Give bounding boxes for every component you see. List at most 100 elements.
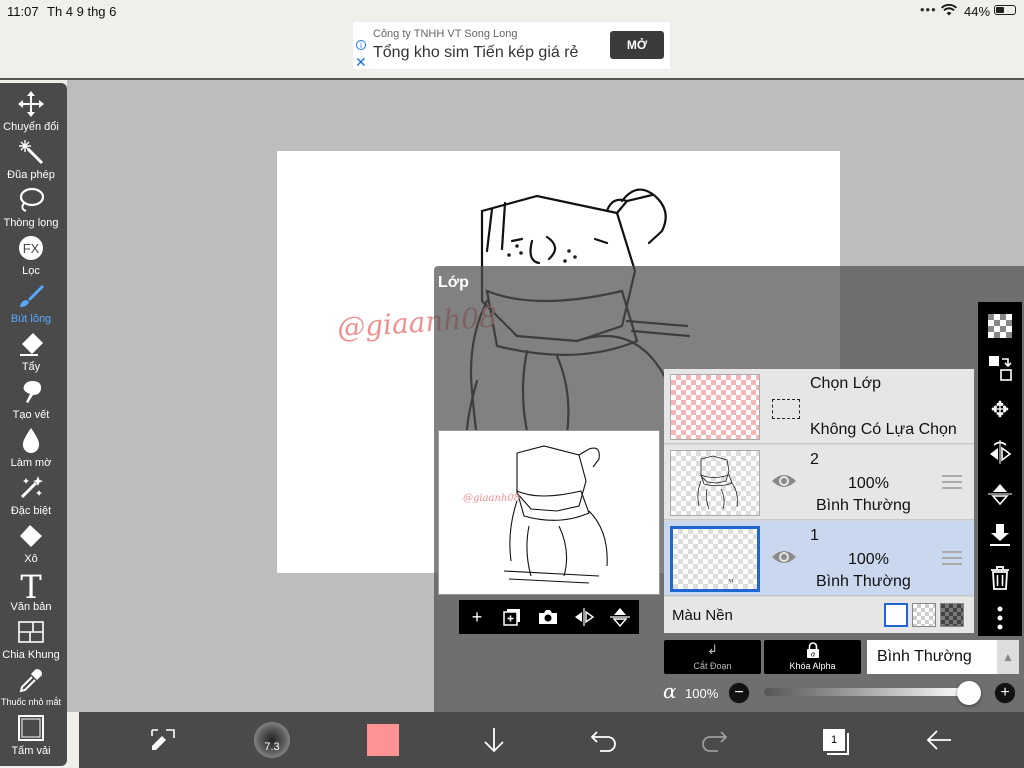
eye-icon[interactable] <box>770 545 798 569</box>
checker-icon[interactable] <box>978 306 1022 346</box>
opacity-value: 100% <box>685 686 719 701</box>
clipping-button[interactable]: ↲ Cắt Đoạn <box>664 640 761 674</box>
tool-label: Đũa phép <box>7 169 55 181</box>
tool-fx[interactable]: FX Lọc <box>0 235 62 283</box>
tool-eraser[interactable]: Tẩy <box>0 331 62 379</box>
layer-thumbnail <box>670 526 760 592</box>
blend-mode-dropdown-icon[interactable]: ▲ <box>997 640 1019 674</box>
lock-icon: α <box>764 642 861 661</box>
svg-text:T: T <box>20 571 42 601</box>
layer-preview: @giaanh08 <box>438 430 660 595</box>
tool-blur[interactable]: Làm mờ <box>0 427 62 475</box>
ad-close-icon[interactable]: ✕ <box>355 54 367 71</box>
clipping-icon: ↲ <box>707 642 718 657</box>
tool-brush[interactable]: Bút lông <box>0 283 62 331</box>
tool-label: Đặc biệt <box>10 505 52 517</box>
opacity-slider-handle[interactable] <box>957 681 981 705</box>
tool-special[interactable]: Đặc biệt <box>0 475 62 523</box>
layer-row[interactable]: 1 100% Bình Thường <box>664 521 974 596</box>
tool-smudge[interactable]: Tạo vết <box>0 379 62 427</box>
tool-canvas[interactable]: Tấm vải <box>0 715 62 763</box>
undo-icon[interactable] <box>589 722 619 758</box>
ad-banner[interactable]: i ✕ Công ty TNHH VT Song Long Tổng kho s… <box>352 21 671 70</box>
eye-icon[interactable] <box>770 469 798 493</box>
drag-handle-icon[interactable] <box>942 551 962 565</box>
layer-blend-mode: Bình Thường <box>816 573 911 590</box>
background-transparent-swatch[interactable] <box>912 603 936 627</box>
color-swatch[interactable] <box>367 724 399 756</box>
battery-icon <box>994 5 1016 15</box>
opacity-slider[interactable] <box>764 688 969 696</box>
ad-headline: Tổng kho sim Tiến kép giá rẻ <box>373 44 579 61</box>
add-layer-icon[interactable]: + <box>464 605 490 629</box>
status-time: 11:07 <box>7 4 39 19</box>
blend-mode-select[interactable]: Bình Thường <box>867 640 997 674</box>
flip-vertical-icon[interactable] <box>607 605 633 629</box>
status-date: Th 4 9 thg 6 <box>47 4 117 19</box>
tool-magic-wand[interactable]: Đũa phép <box>0 139 62 187</box>
layer-list: Chọn Lớp Không Có Lựa Chọn 2 100% Bình Thư… <box>664 369 974 633</box>
selection-layer-title: Chọn Lớp <box>810 375 881 392</box>
layers-button[interactable]: 1 <box>819 722 849 758</box>
preview-toolbar: + <box>459 600 639 634</box>
selection-layer-subtitle: Không Có Lựa Chọn <box>810 421 957 438</box>
ad-info-icon[interactable]: i <box>356 40 366 50</box>
layer-panel[interactable]: Lớp @giaanh08 + Chọn Lớp Không Có Lựa Ch… <box>434 266 1024 712</box>
background-white-swatch[interactable] <box>884 603 908 627</box>
tool-label: Tạo vết <box>12 409 50 421</box>
layer-opacity: 100% <box>848 551 889 568</box>
merge-down-icon[interactable] <box>978 516 1022 556</box>
preview-watermark: @giaanh08 <box>463 493 520 504</box>
flip-layer-horizontal-icon[interactable] <box>978 432 1022 472</box>
camera-icon[interactable] <box>535 605 561 629</box>
background-row[interactable]: Màu Nền <box>664 597 974 633</box>
redo-icon[interactable] <box>699 722 729 758</box>
arrow-down-icon[interactable] <box>479 722 509 758</box>
drag-handle-icon[interactable] <box>942 475 962 489</box>
battery-percent: 44% <box>964 4 991 19</box>
preview-drawing: @giaanh08 <box>463 445 608 584</box>
tool-lasso[interactable]: Thòng lọng <box>0 187 62 235</box>
multitask-dots-icon: ••• <box>920 2 937 17</box>
selection-layer-row[interactable]: Chọn Lớp Không Có Lựa Chọn <box>664 369 974 444</box>
more-options-icon[interactable] <box>978 598 1022 638</box>
tool-label: Xô <box>24 553 38 565</box>
clipping-label: Cắt Đoạn <box>693 661 732 671</box>
blend-mode-value: Bình Thường <box>877 648 972 665</box>
back-arrow-icon[interactable] <box>924 722 954 758</box>
brush-size-value: 7.3 <box>264 741 280 753</box>
flip-layer-vertical-icon[interactable] <box>978 474 1022 514</box>
transfer-layer-icon[interactable] <box>978 348 1022 388</box>
layer-panel-title: Lớp <box>438 274 469 291</box>
layer-opacity: 100% <box>848 475 889 492</box>
ad-open-button[interactable]: MỞ <box>610 31 664 59</box>
delete-layer-icon[interactable] <box>978 558 1022 598</box>
background-dark-swatch[interactable] <box>940 603 964 627</box>
alpha-lock-button[interactable]: α Khóa Alpha <box>764 640 861 674</box>
left-toolbar: Chuyển đổi Đũa phép Thòng lọng FX Lọc Bút lôn… <box>0 83 67 766</box>
opacity-increase-button[interactable]: + <box>994 682 1016 704</box>
tool-move[interactable]: Chuyển đổi <box>0 91 62 139</box>
status-bar: 11:07 Th 4 9 thg 6 ••• 44% <box>0 0 1024 22</box>
tool-eyedropper[interactable]: Thuốc nhỏ mắt <box>0 667 62 715</box>
tool-frame-divider[interactable]: Chia Khung <box>0 619 62 667</box>
tool-label: Tấm vải <box>11 745 51 757</box>
duplicate-layer-icon[interactable] <box>499 605 525 629</box>
brush-size-indicator[interactable]: 7.3 <box>254 722 290 758</box>
layer-row[interactable]: 2 100% Bình Thường <box>664 445 974 520</box>
tool-text[interactable]: T Văn bản <box>0 571 62 619</box>
transform-toggle-icon[interactable] <box>145 722 181 758</box>
background-label: Màu Nền <box>672 607 733 624</box>
tool-label: Thòng lọng <box>3 217 59 229</box>
layer-blend-mode: Bình Thường <box>816 497 911 514</box>
opacity-decrease-button[interactable]: − <box>728 682 750 704</box>
selection-layer-thumbnail <box>670 374 760 440</box>
tool-label: Chia Khung <box>2 649 60 661</box>
move-layer-icon[interactable]: ✥ <box>978 390 1022 430</box>
tool-label: Thuốc nhỏ mắt <box>0 697 62 707</box>
layer-thumbnail <box>670 450 760 516</box>
layer-name: 1 <box>810 527 819 544</box>
flip-horizontal-icon[interactable] <box>571 605 597 629</box>
alpha-lock-label: Khóa Alpha <box>789 661 836 671</box>
tool-bucket[interactable]: Xô <box>0 523 62 571</box>
